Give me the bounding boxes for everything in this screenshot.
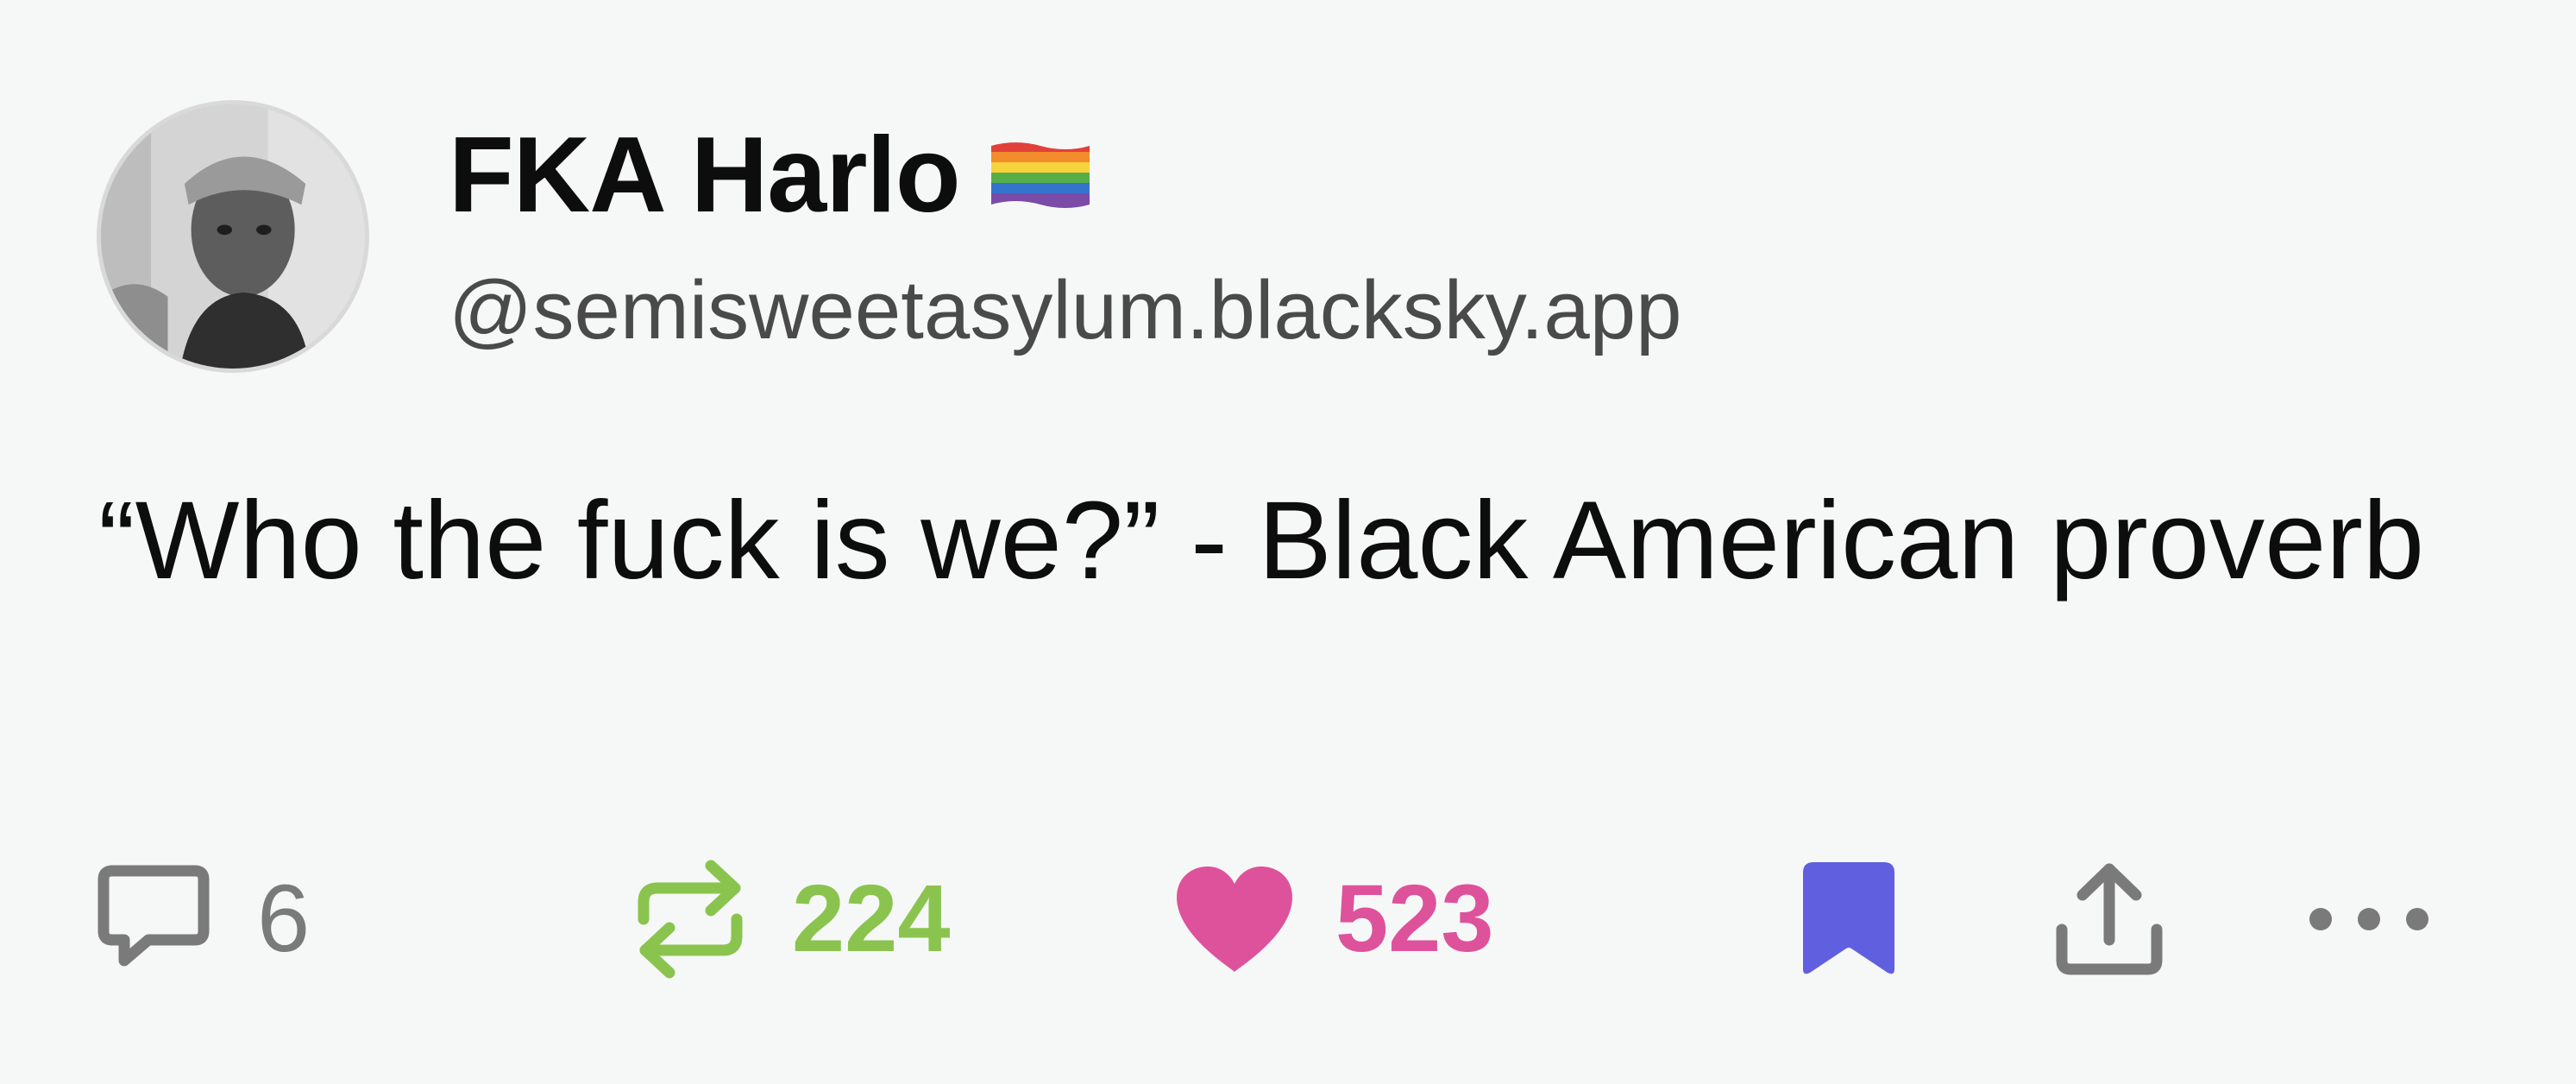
more-options-button[interactable]	[2309, 854, 2429, 984]
reply-count: 6	[257, 866, 311, 972]
author-handle[interactable]: @semisweetasylum.blacksky.app	[449, 259, 1682, 362]
ellipsis-icon	[2309, 908, 2428, 930]
post-text: “Who the fuck is we?” - Black American p…	[98, 479, 2425, 602]
post-card: FKA Harlo @semisweetasylum.blacksky.app …	[0, 0, 2576, 1084]
like-button[interactable]: 523	[1172, 854, 1494, 984]
display-name[interactable]: FKA Harlo	[449, 110, 1090, 240]
like-count: 523	[1335, 866, 1494, 972]
share-upload-icon	[2056, 863, 2163, 975]
repost-button[interactable]: 224	[635, 854, 951, 984]
speech-bubble-icon	[97, 865, 210, 967]
repost-arrows-icon	[638, 860, 743, 979]
display-name-text: FKA Harlo	[449, 116, 961, 235]
share-button[interactable]	[2053, 854, 2165, 984]
rainbow-flag-icon	[990, 139, 1090, 211]
heart-icon	[1177, 867, 1292, 972]
action-bar: 6 224 523	[0, 854, 2576, 984]
bookmark-icon	[1803, 862, 1894, 974]
bookmark-button[interactable]	[1800, 854, 1898, 984]
reply-button[interactable]: 6	[93, 854, 310, 984]
avatar[interactable]	[97, 100, 369, 373]
repost-count: 224	[792, 866, 951, 972]
